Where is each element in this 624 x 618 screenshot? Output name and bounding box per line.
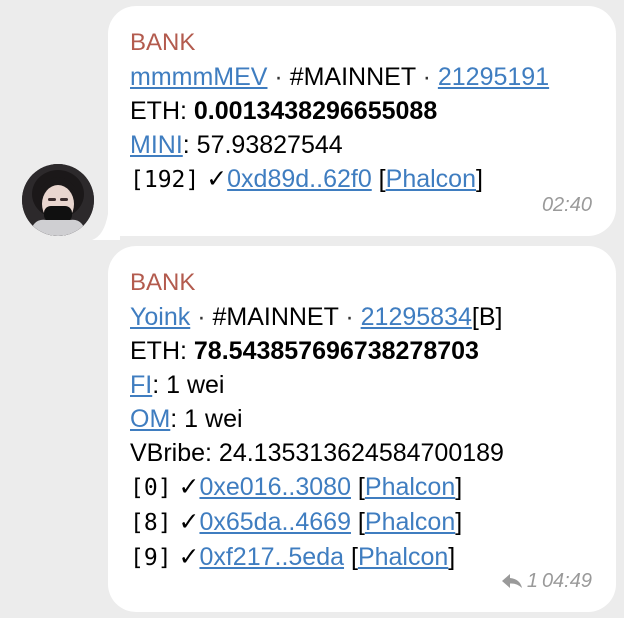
tx-index: [192] [130, 167, 200, 193]
separator: · [415, 63, 438, 91]
message-time: 04:49 [541, 570, 592, 592]
phalcon-link[interactable]: Phalcon [365, 508, 455, 536]
tx-line: [8] ✓0x65da..4669 [Phalcon] [130, 505, 594, 540]
separator: · [338, 303, 361, 331]
token-line: FI: 1 wei [130, 368, 594, 402]
separator: · [190, 303, 213, 331]
tx-hash-link[interactable]: 0xf217..5eda [199, 543, 344, 571]
token-value: : 1 wei [152, 371, 225, 399]
tx-index: [0] [130, 475, 172, 501]
bot-name-link[interactable]: mmmmMEV [130, 63, 267, 91]
reply-icon[interactable] [501, 573, 523, 589]
phalcon-link[interactable]: Phalcon [386, 165, 476, 193]
tx-hash-link[interactable]: 0xd89d..62f0 [227, 165, 372, 193]
token-line: MINI: 57.93827544 [130, 128, 594, 162]
phalcon-link[interactable]: Phalcon [365, 473, 455, 501]
token-value: : 57.93827544 [182, 131, 343, 159]
separator: · [267, 63, 290, 91]
sender-avatar[interactable] [22, 164, 94, 236]
token-link[interactable]: MINI [130, 131, 183, 159]
check-icon: ✓ [171, 473, 200, 501]
bot-name-link[interactable]: Yoink [130, 303, 190, 331]
check-icon: ✓ [171, 508, 200, 536]
tx-index: [9] [130, 545, 172, 571]
token-line: OM: 1 wei [130, 402, 594, 436]
phalcon-link[interactable]: Phalcon [358, 543, 448, 571]
sender-name: BANK [130, 269, 196, 296]
block-suffix: [B] [471, 303, 503, 331]
tx-hash-link[interactable]: 0x65da..4669 [199, 508, 351, 536]
bracket-close: ] [455, 473, 463, 501]
eth-label: ETH: [130, 97, 194, 125]
token-link[interactable]: FI [130, 371, 152, 399]
eth-line: ETH: 0.0013438296655088 [130, 94, 594, 128]
check-icon: ✓ [199, 165, 228, 193]
eth-value: 78.543857696738278703 [193, 337, 479, 365]
eth-value: 0.0013438296655088 [193, 97, 438, 125]
bracket-open: [ [350, 508, 365, 536]
vbribe-line: VBribe: 24.135313624584700189 [130, 439, 504, 467]
bracket-close: ] [455, 508, 463, 536]
tx-line: [0] ✓0xe016..3080 [Phalcon] [130, 470, 594, 505]
message-bubble: BANK Yoink · #MAINNET · 21295834[B] ETH:… [108, 246, 616, 612]
bracket-open: [ [350, 473, 365, 501]
bracket-open: [ [344, 543, 358, 571]
bracket-open: [ [371, 165, 386, 193]
sender-name: BANK [130, 29, 196, 56]
avatar-image [22, 164, 94, 236]
tx-line: [192] ✓0xd89d..62f0 [Phalcon] [130, 162, 594, 197]
message-header: mmmmMEV · #MAINNET · 21295191 [130, 60, 594, 94]
block-link[interactable]: 21295834 [361, 303, 472, 331]
block-link[interactable]: 21295191 [438, 63, 549, 91]
tx-hash-link[interactable]: 0xe016..3080 [199, 473, 351, 501]
message-time: 02:40 [541, 194, 592, 216]
eth-label: ETH: [130, 337, 194, 365]
message-header: Yoink · #MAINNET · 21295834[B] [130, 300, 594, 334]
tx-index: [8] [130, 510, 172, 536]
network-tag: #MAINNET [289, 63, 416, 91]
message-meta: 1 04:49 [501, 564, 592, 598]
bracket-close: ] [476, 165, 483, 193]
eth-line: ETH: 78.543857696738278703 [130, 334, 594, 368]
check-icon: ✓ [171, 543, 200, 571]
bracket-close: ] [448, 543, 456, 571]
reply-count: 1 [526, 570, 538, 592]
token-value: : 1 wei [170, 405, 243, 433]
token-link[interactable]: OM [130, 405, 170, 433]
network-tag: #MAINNET [212, 303, 339, 331]
message-bubble: BANK mmmmMEV · #MAINNET · 21295191 ETH: … [108, 6, 616, 236]
